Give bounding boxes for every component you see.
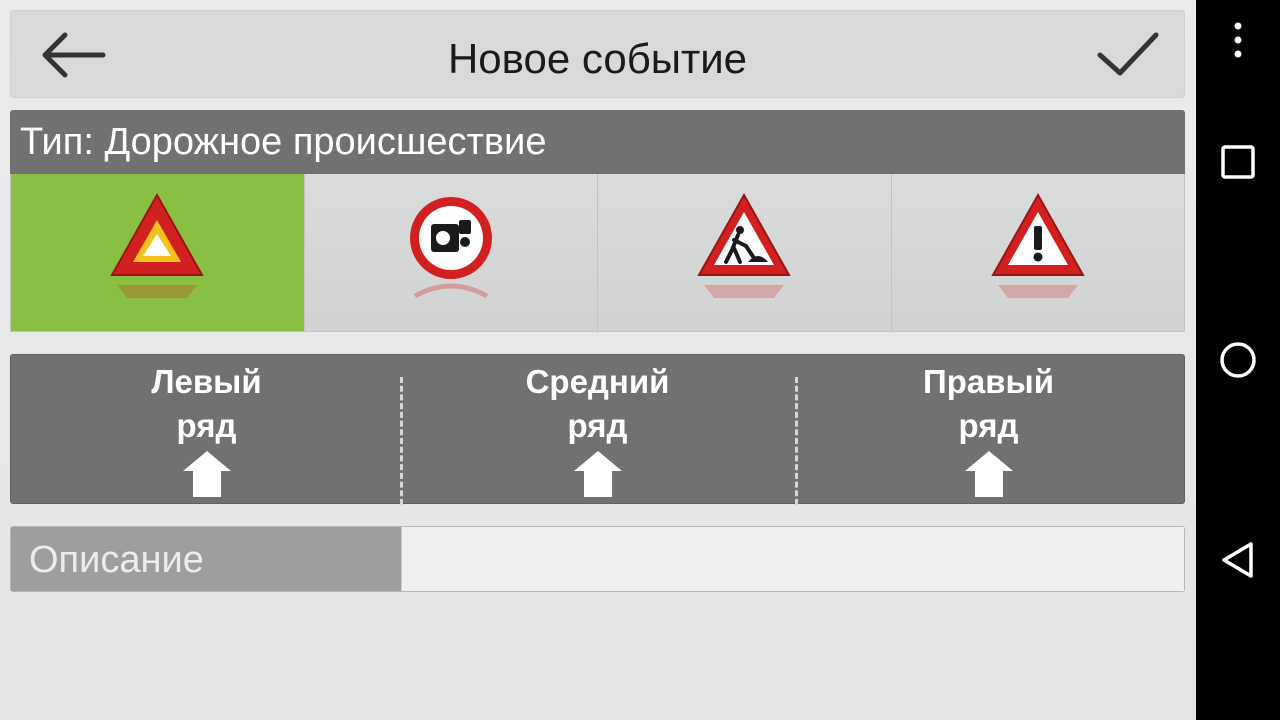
- lane-label-line2: ряд: [176, 407, 237, 444]
- road-works-icon: [697, 192, 791, 298]
- arrow-up-icon: [182, 451, 231, 497]
- event-type-header: Тип: Дорожное происшествие: [10, 110, 1185, 174]
- page-title: Новое событие: [447, 35, 748, 82]
- description-input[interactable]: [401, 527, 1184, 591]
- lane-middle[interactable]: Средний ряд: [402, 355, 793, 503]
- lane-selector: Левый ряд Средний ряд Правый ряд: [10, 354, 1185, 505]
- event-type-selector: [10, 174, 1185, 332]
- lane-label-line1: Левый: [151, 363, 262, 400]
- warning-triangle-icon: [110, 192, 204, 298]
- description-row: Описание: [10, 526, 1185, 592]
- arrow-up-icon: [964, 451, 1013, 497]
- type-option-danger[interactable]: [891, 174, 1184, 331]
- lane-right[interactable]: Правый ряд: [793, 355, 1184, 503]
- lane-left[interactable]: Левый ряд: [11, 355, 402, 503]
- title-bar: Новое событие: [10, 10, 1185, 98]
- recents-square-icon[interactable]: [1218, 142, 1258, 182]
- type-option-speed-camera[interactable]: [304, 174, 598, 331]
- arrow-up-icon: [573, 451, 622, 497]
- system-nav-bar: [1196, 0, 1280, 720]
- confirm-button[interactable]: [1094, 25, 1164, 85]
- type-option-accident[interactable]: [11, 174, 305, 331]
- lane-label-line1: Средний: [525, 363, 670, 400]
- overflow-menu-icon[interactable]: [1228, 18, 1248, 62]
- app-screen: Новое событие Тип: Дорожное происшествие: [0, 0, 1196, 720]
- checkmark-icon: [1097, 32, 1159, 76]
- event-type-label: Тип: Дорожное происшествие: [20, 121, 547, 163]
- speed-camera-icon: [409, 197, 492, 299]
- lane-divider: [795, 377, 798, 505]
- home-circle-icon[interactable]: [1218, 340, 1258, 380]
- lane-label-line2: ряд: [958, 407, 1019, 444]
- exclamation-triangle-icon: [991, 192, 1085, 298]
- type-option-road-works[interactable]: [598, 174, 892, 331]
- description-label: Описание: [29, 539, 204, 581]
- lane-divider: [400, 377, 403, 505]
- lane-label-line1: Правый: [923, 363, 1054, 400]
- lane-label-line2: ряд: [567, 407, 628, 444]
- back-triangle-icon[interactable]: [1218, 540, 1258, 580]
